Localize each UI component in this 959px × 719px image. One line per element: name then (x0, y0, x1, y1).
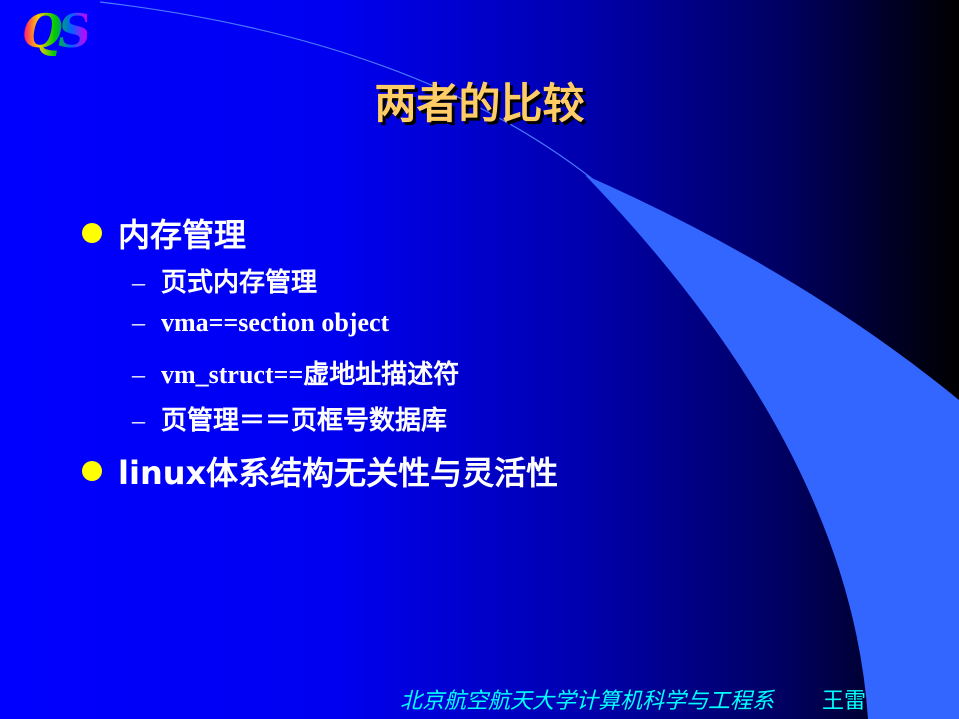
sub-item-text: vma==section object (161, 308, 390, 337)
bullet-icon (82, 461, 102, 481)
sub-item-text: 页管理＝＝页框号数据库 (161, 406, 448, 435)
bullet-text: linux体系结构无关性与灵活性 (118, 454, 559, 492)
sub-item: – 页式内存管理 (132, 268, 318, 297)
bullet-item: linux体系结构无关性与灵活性 (82, 448, 558, 494)
sub-item: – vma==section object (132, 308, 390, 337)
qs-logo: QS (22, 4, 91, 58)
slide-title: 两者的比较 (374, 79, 585, 128)
sub-item: – vm_struct==虚地址描述符 (132, 360, 460, 389)
footer-institution: 北京航空航天大学计算机科学与工程系 (400, 689, 775, 714)
footer-author: 王雷 (822, 689, 867, 714)
bullet-item: 内存管理 (82, 210, 246, 256)
sub-item: – 页管理＝＝页框号数据库 (132, 406, 448, 435)
bullet-text: 内存管理 (118, 216, 247, 254)
bullet-icon (82, 223, 102, 243)
sub-item-text: vm_struct==虚地址描述符 (161, 360, 460, 389)
sub-item-text: 页式内存管理 (161, 268, 318, 297)
